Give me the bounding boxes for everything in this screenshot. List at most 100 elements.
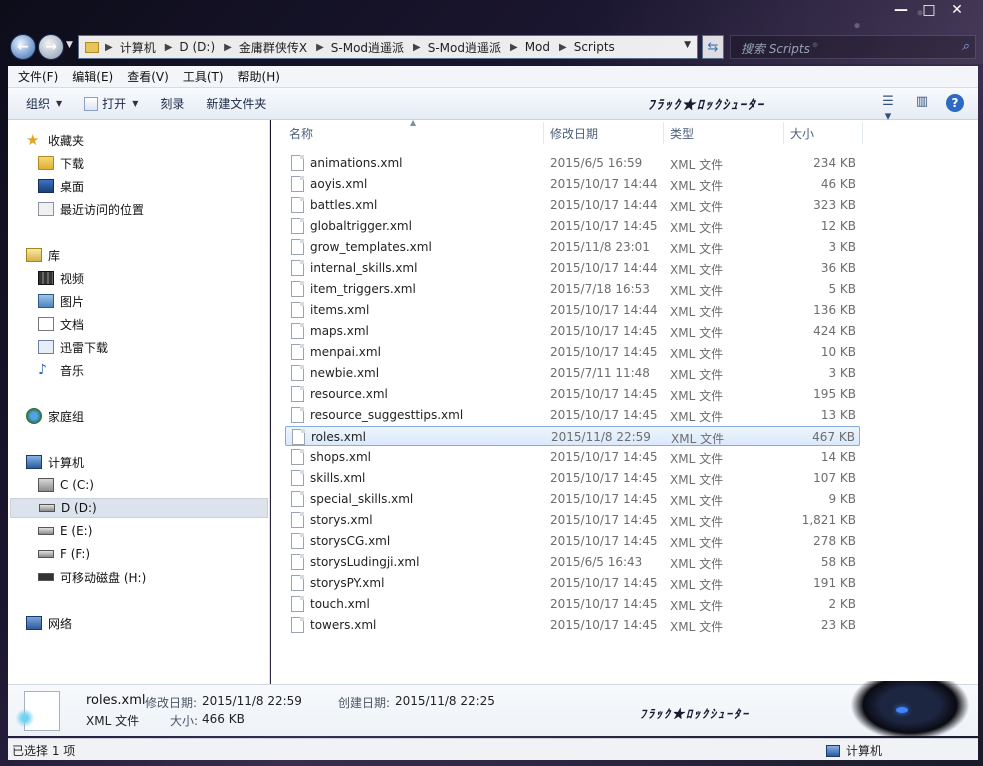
navigation-pane: ★ 收藏夹 下载 桌面 最近访问的位置 库 视频 图片 文档 迅雷下载 ♪ 音乐… xyxy=(8,120,270,684)
column-divider[interactable] xyxy=(543,122,544,144)
burn-button[interactable]: 刻录 xyxy=(160,95,184,112)
search-icon[interactable]: ⌕ xyxy=(962,39,969,54)
file-row[interactable]: battles.xml 2015/10/17 14:44 XML 文件 323 KB xyxy=(285,195,860,215)
breadcrumb-scripts[interactable]: Scripts xyxy=(574,40,615,54)
file-date: 2015/10/17 14:45 xyxy=(550,597,658,611)
file-row[interactable]: maps.xml 2015/10/17 14:45 XML 文件 424 KB xyxy=(285,321,860,341)
forward-button[interactable]: → xyxy=(38,34,64,60)
chevron-right-icon[interactable]: ▶ xyxy=(413,42,421,53)
file-row[interactable]: items.xml 2015/10/17 14:44 XML 文件 136 KB xyxy=(285,300,860,320)
file-row[interactable]: resource.xml 2015/10/17 14:45 XML 文件 195 KB xyxy=(285,384,860,404)
column-divider[interactable] xyxy=(862,122,863,144)
new-folder-button[interactable]: 新建文件夹 xyxy=(206,95,266,112)
nav-libraries[interactable]: 库 xyxy=(26,245,60,265)
nav-network[interactable]: 网络 xyxy=(26,613,72,633)
column-header-date[interactable]: 修改日期 xyxy=(550,125,598,142)
file-row-selected[interactable]: roles.xml 2015/11/8 22:59 XML 文件 467 KB xyxy=(285,426,860,446)
file-row[interactable]: storysPY.xml 2015/10/17 14:45 XML 文件 191 KB xyxy=(285,573,860,593)
nav-computer[interactable]: 计算机 xyxy=(26,452,84,472)
breadcrumb-smod-2[interactable]: S-Mod逍遥派 xyxy=(428,39,501,56)
file-row[interactable]: item_triggers.xml 2015/7/18 16:53 XML 文件 5 … xyxy=(285,279,860,299)
file-name: resource.xml xyxy=(310,387,388,401)
file-type: XML 文件 xyxy=(670,326,724,340)
nav-homegroup[interactable]: 家庭组 xyxy=(26,406,84,426)
menu-tools[interactable]: 工具(T) xyxy=(183,68,232,85)
nav-item-downloads[interactable]: 下载 xyxy=(38,153,84,173)
file-row[interactable]: storys.xml 2015/10/17 14:45 XML 文件 1,821 KB xyxy=(285,510,860,530)
nav-item-recent[interactable]: 最近访问的位置 xyxy=(38,199,144,219)
nav-item-music[interactable]: ♪ 音乐 xyxy=(38,360,84,380)
search-input[interactable]: 搜索 Scripts ⌕ xyxy=(730,35,976,59)
nav-item-videos[interactable]: 视频 xyxy=(38,268,84,288)
breadcrumb-mod[interactable]: Mod xyxy=(525,40,550,54)
chevron-right-icon[interactable]: ▶ xyxy=(316,42,324,53)
file-row[interactable]: special_skills.xml 2015/10/17 14:45 XML 文件… xyxy=(285,489,860,509)
file-name: resource_suggesttips.xml xyxy=(310,408,464,422)
organize-button[interactable]: 组织 ▼ xyxy=(26,95,62,112)
file-row[interactable]: animations.xml 2015/6/5 16:59 XML 文件 234 KB xyxy=(285,153,860,173)
chevron-right-icon[interactable]: ▶ xyxy=(559,42,567,53)
nav-item-drive-f[interactable]: F (F:) xyxy=(38,544,90,564)
minimize-button[interactable]: — xyxy=(887,0,915,20)
breadcrumb-game-folder[interactable]: 金庸群侠传X xyxy=(239,39,307,56)
drive-icon xyxy=(38,550,54,558)
details-created-value: 2015/11/8 22:25 xyxy=(395,694,495,708)
breadcrumb-computer[interactable]: 计算机 xyxy=(120,39,156,56)
file-row[interactable]: towers.xml 2015/10/17 14:45 XML 文件 23 KB xyxy=(285,615,860,635)
file-row[interactable]: shops.xml 2015/10/17 14:45 XML 文件 14 KB xyxy=(285,447,860,467)
menu-file[interactable]: 文件(F) xyxy=(18,68,66,85)
nav-item-drive-c[interactable]: C (C:) xyxy=(38,475,94,495)
file-row[interactable]: resource_suggesttips.xml 2015/10/17 14:45… xyxy=(285,405,860,425)
file-row[interactable]: globaltrigger.xml 2015/10/17 14:45 XML 文件 1… xyxy=(285,216,860,236)
nav-item-label: C (C:) xyxy=(60,478,94,492)
column-divider[interactable] xyxy=(783,122,784,144)
file-type: XML 文件 xyxy=(670,494,724,508)
file-size: 424 KB xyxy=(813,324,856,338)
nav-item-xunlei[interactable]: 迅雷下载 xyxy=(38,337,108,357)
file-size: 278 KB xyxy=(813,534,856,548)
preview-pane-icon[interactable]: ▥ xyxy=(912,94,932,112)
file-row[interactable]: menpai.xml 2015/10/17 14:45 XML 文件 10 KB xyxy=(285,342,860,362)
file-row[interactable]: touch.xml 2015/10/17 14:45 XML 文件 2 KB xyxy=(285,594,860,614)
refresh-button[interactable]: ⇆ xyxy=(702,35,724,59)
menu-view[interactable]: 查看(V) xyxy=(127,68,177,85)
view-options-icon[interactable]: ☰ ▾ xyxy=(878,94,898,124)
file-row[interactable]: newbie.xml 2015/7/11 11:48 XML 文件 3 KB xyxy=(285,363,860,383)
menu-edit[interactable]: 编辑(E) xyxy=(72,68,121,85)
chevron-right-icon[interactable]: ▶ xyxy=(105,42,113,53)
file-row[interactable]: internal_skills.xml 2015/10/17 14:44 XML 文… xyxy=(285,258,860,278)
maximize-button[interactable]: □ xyxy=(915,0,943,20)
help-icon[interactable]: ? xyxy=(946,94,964,112)
file-row[interactable]: storysLudingji.xml 2015/6/5 16:43 XML 文件 58… xyxy=(285,552,860,572)
breadcrumb-drive-d[interactable]: D (D:) xyxy=(179,40,215,54)
file-row[interactable]: storysCG.xml 2015/10/17 14:45 XML 文件 278 KB xyxy=(285,531,860,551)
theme-character-art xyxy=(850,681,970,741)
close-button[interactable]: ✕ xyxy=(943,0,971,20)
chevron-right-icon[interactable]: ▶ xyxy=(165,42,173,53)
nav-item-drive-e[interactable]: E (E:) xyxy=(38,521,92,541)
nav-item-documents[interactable]: 文档 xyxy=(38,314,84,334)
column-divider[interactable] xyxy=(663,122,664,144)
nav-item-removable-h[interactable]: 可移动磁盘 (H:) xyxy=(38,567,146,587)
address-bar[interactable]: ▶ 计算机 ▶ D (D:) ▶ 金庸群侠传X ▶ S-Mod逍遥派 ▶ S-M… xyxy=(78,35,698,59)
nav-favorites-label: 收藏夹 xyxy=(48,133,85,148)
nav-favorites[interactable]: ★ 收藏夹 xyxy=(26,130,84,150)
address-dropdown-icon[interactable]: ▼ xyxy=(684,40,691,50)
file-row[interactable]: grow_templates.xml 2015/11/8 23:01 XML 文件 3… xyxy=(285,237,860,257)
chevron-right-icon[interactable]: ▶ xyxy=(510,42,518,53)
recent-pages-dropdown-icon[interactable]: ▼ xyxy=(66,40,73,50)
nav-item-pictures[interactable]: 图片 xyxy=(38,291,84,311)
open-button[interactable]: 打开 ▼ xyxy=(84,95,138,112)
back-button[interactable]: ← xyxy=(10,34,36,60)
nav-item-drive-d[interactable]: D (D:) xyxy=(10,498,268,518)
file-row[interactable]: aoyis.xml 2015/10/17 14:44 XML 文件 46 KB xyxy=(285,174,860,194)
menu-bar: 文件(F) 编辑(E) 查看(V) 工具(T) 帮助(H) xyxy=(8,66,978,88)
column-header-name[interactable]: 名称 xyxy=(289,125,313,142)
column-header-size[interactable]: 大小 xyxy=(790,125,814,142)
breadcrumb-smod-1[interactable]: S-Mod逍遥派 xyxy=(331,39,404,56)
menu-help[interactable]: 帮助(H) xyxy=(238,68,288,85)
column-header-type[interactable]: 类型 xyxy=(670,125,694,142)
nav-item-desktop[interactable]: 桌面 xyxy=(38,176,84,196)
chevron-right-icon[interactable]: ▶ xyxy=(224,42,232,53)
file-row[interactable]: skills.xml 2015/10/17 14:45 XML 文件 107 KB xyxy=(285,468,860,488)
